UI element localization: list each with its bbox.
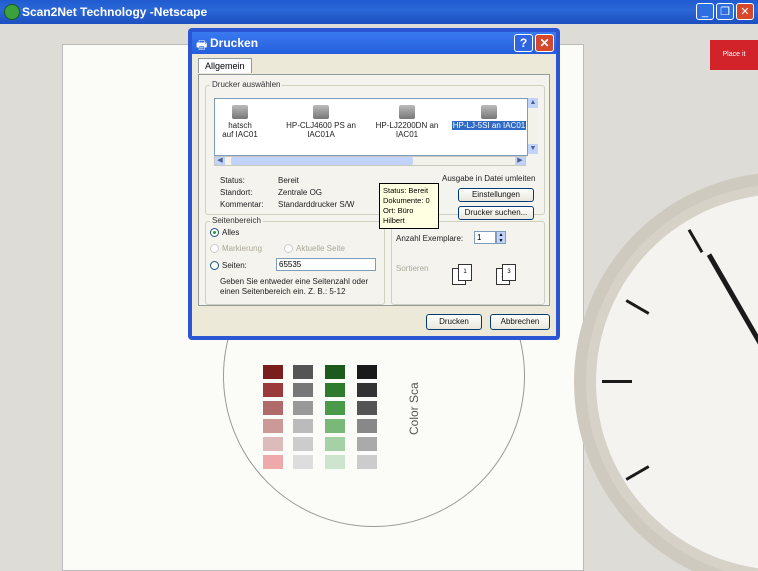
printer-item[interactable]: hatsch auf IAC01 — [215, 105, 275, 139]
printer-item[interactable]: HP-LJ2200DN an IAC01 — [367, 105, 447, 139]
copies-input[interactable] — [474, 231, 496, 244]
scroll-left-icon[interactable]: ◀ — [215, 157, 225, 165]
find-printer-button[interactable]: Drucker suchen... — [458, 206, 534, 220]
tab-panel-general: Drucker auswählen hatsch auf IAC01 HP-CL… — [198, 74, 550, 306]
red-label: Place it — [710, 40, 758, 70]
scroll-thumb[interactable] — [231, 157, 413, 165]
clock-face: Lu — [596, 194, 758, 570]
maximize-button[interactable]: ❐ — [716, 3, 734, 20]
printer-item[interactable]: HP-CLJ4600 PS an IAC01A — [279, 105, 363, 139]
settings-button[interactable]: Einstellungen — [458, 188, 534, 202]
radio-icon — [284, 244, 293, 254]
printer-select-group: Drucker auswählen hatsch auf IAC01 HP-CL… — [205, 80, 545, 220]
range-hint: Geben Sie entweder eine Seitenzahl oder … — [220, 277, 369, 296]
range-all-radio[interactable]: Alles — [210, 228, 239, 238]
printer-group-label: Drucker auswählen — [210, 80, 283, 89]
page-range-group: Seitenbereich Alles Markierung Aktuelle … — [205, 216, 385, 305]
printer-item-selected[interactable]: HP-LJ-5SI an IAC01 — [451, 105, 527, 130]
radio-icon — [210, 244, 219, 254]
color-column — [325, 365, 345, 473]
cancel-button[interactable]: Abbrechen — [490, 314, 550, 330]
dialog-title-bar[interactable]: 🖶 Drucken ? ✕ — [192, 32, 556, 54]
printer-icon: 🖶 — [196, 38, 208, 52]
color-column — [357, 365, 377, 473]
help-button[interactable]: ? — [514, 34, 533, 52]
color-column — [263, 365, 283, 473]
collate-checkbox: Sortieren — [396, 264, 429, 273]
dialog-close-button[interactable]: ✕ — [535, 34, 554, 52]
radio-icon — [210, 261, 219, 271]
copies-label: Anzahl Exemplare: — [396, 234, 464, 243]
copies-group: Anzahl Exemplare: ▲▼ Sortieren 11 23 — [391, 221, 545, 305]
location-value: Zentrale OG — [278, 188, 323, 197]
color-column — [293, 365, 313, 473]
print-dialog: 🖶 Drucken ? ✕ Allgemein Drucker auswähle… — [188, 28, 560, 340]
printer-icon — [313, 105, 329, 119]
network-printer-icon — [481, 105, 497, 119]
radio-on-icon — [210, 228, 219, 238]
wall-clock: Lu — [574, 172, 758, 571]
clock-hand — [706, 253, 758, 386]
print-button[interactable]: Drucken — [426, 314, 482, 330]
pages-input[interactable] — [276, 258, 376, 271]
browser-title-bar: Scan2Net Technology -Netscape _ ❐ ✕ — [0, 0, 758, 24]
collate-icon: 11 — [452, 264, 488, 286]
printer-icon — [232, 105, 248, 119]
close-button[interactable]: ✕ — [736, 3, 754, 20]
comment-value: Standarddrucker S/W — [278, 200, 355, 209]
range-selection-radio: Markierung — [210, 244, 262, 254]
status-label: Status: — [220, 176, 245, 185]
dialog-title: Drucken — [210, 36, 259, 50]
browser-title: Scan2Net Technology -Netscape — [22, 5, 208, 19]
collate-icon: 23 — [496, 264, 532, 286]
scroll-down-icon[interactable]: ▼ — [528, 144, 538, 154]
comment-label: Kommentar: — [220, 200, 264, 209]
printer-list-vscroll[interactable]: ▲ ▼ — [528, 98, 538, 154]
scroll-up-icon[interactable]: ▲ — [528, 98, 538, 108]
range-pages-radio[interactable]: Seiten: — [210, 261, 247, 271]
printer-icon — [399, 105, 415, 119]
netscape-logo-icon — [4, 4, 20, 20]
status-value: Bereit — [278, 176, 299, 185]
minimize-button[interactable]: _ — [696, 3, 714, 20]
tab-general[interactable]: Allgemein — [198, 58, 252, 73]
range-current-radio: Aktuelle Seite — [284, 244, 345, 254]
location-label: Standort: — [220, 188, 253, 197]
scroll-right-icon[interactable]: ▶ — [515, 157, 525, 165]
printer-list-hscroll[interactable]: ◀ ▶ — [214, 156, 526, 166]
print-to-file-checkbox[interactable]: Ausgabe in Datei umleiten — [442, 174, 535, 183]
printer-tooltip: Status: Bereit Dokumente: 0 Ort: Büro Hi… — [379, 183, 439, 229]
chart-label: Color Sca — [407, 382, 421, 435]
copies-spinner[interactable]: ▲ ▼ — [496, 231, 506, 244]
printer-list[interactable]: hatsch auf IAC01 HP-CLJ4600 PS an IAC01A… — [214, 98, 528, 156]
page-range-label: Seitenbereich — [210, 216, 263, 225]
